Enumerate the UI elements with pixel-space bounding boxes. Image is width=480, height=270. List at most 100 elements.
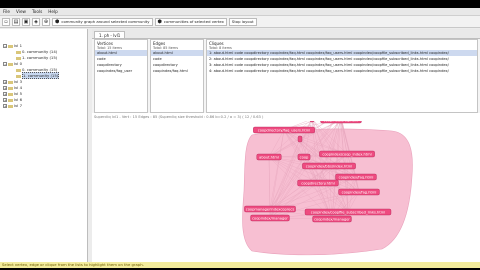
graph-node[interactable]: coopindex/manager	[250, 214, 290, 222]
menu-help[interactable]: Help	[48, 9, 58, 14]
community-tree: − lvl 1 0. community (14) 1. community (15)…	[0, 29, 88, 262]
leaf-icon	[11, 56, 15, 60]
leaf-icon	[11, 74, 15, 78]
graph-icon[interactable]: ◈	[32, 17, 40, 26]
tree-item-label: lvl 4	[14, 85, 22, 90]
list-item[interactable]: 2: about.html code coopdirectory coopind…	[207, 56, 477, 62]
graph-node[interactable]: coopindex/coop_index.html	[319, 150, 375, 158]
tree-item-label: lvl 5	[14, 91, 22, 96]
cliques-list: Cliques Total: 8 items 1: about.html cod…	[206, 39, 478, 113]
edges-list: Edges Total: 85 items about.html code co…	[150, 39, 204, 113]
graph-node-label: coopindex/manager	[252, 216, 288, 220]
graph-node-label: coopindex/fag.html	[342, 190, 377, 194]
stop-layout-label: Stop layout	[231, 19, 254, 24]
list-item[interactable]: 3: about.html code coopdirectory coopind…	[207, 62, 477, 68]
graph-node-label: about.html	[259, 155, 279, 159]
leaf-icon	[11, 68, 15, 72]
graph-node-box[interactable]	[297, 135, 303, 143]
list-item[interactable]: coopindex/faq.html	[151, 68, 203, 74]
stop-layout-button[interactable]: Stop layout	[228, 17, 257, 26]
folder-icon	[8, 92, 13, 96]
tree-item-label: lvl 7	[14, 103, 22, 108]
main-panel: 1. ph - lvl1 Vertices Total: 15 items ab…	[92, 29, 480, 262]
list-item[interactable]: 4: about.html code coopdirectory coopind…	[207, 68, 477, 74]
expand-icon[interactable]: +	[3, 86, 7, 90]
tab-community[interactable]: 1. ph - lvl1	[94, 31, 126, 38]
folder-icon	[8, 62, 13, 66]
menu-tools[interactable]: Tools	[32, 9, 42, 14]
expand-icon[interactable]: +	[3, 92, 7, 96]
graph-node[interactable]: coopindex/faq.html	[335, 173, 377, 181]
tree-item-label: lvl 3	[14, 79, 22, 84]
expand-icon[interactable]: +	[3, 104, 7, 108]
community-graph-button[interactable]: ⬢ community graph around selected commun…	[52, 17, 153, 26]
graph-node-label: coopindex/faq.html	[339, 175, 374, 179]
collapse-icon[interactable]: −	[3, 44, 7, 48]
tree-level-node[interactable]: + lvl 7	[0, 103, 87, 109]
graph-status: Supercliq lvl1 - Vert : 15 Edges : 85 (S…	[94, 115, 264, 119]
graph-node[interactable]	[297, 135, 303, 143]
vertices-list: Vertices Total: 15 items about.html code…	[94, 39, 148, 113]
tree-item-label: lvl 1	[14, 43, 22, 48]
menu-file[interactable]: File	[3, 9, 10, 14]
graph-node[interactable]: coopdirectory/faq_users.html	[253, 126, 315, 134]
collapse-icon[interactable]: −	[3, 62, 7, 66]
save-icon[interactable]: ▣	[22, 17, 30, 26]
graph-node[interactable]: coopmanagerindexcoprecs	[244, 205, 296, 213]
list-item[interactable]: coopindex/fag_user	[95, 68, 147, 74]
community-graph-icon: ⬢	[55, 18, 60, 25]
graph-node[interactable]: coopindex/coopfile_subscribed_links.html	[304, 208, 392, 216]
graph-node-label: coopindex/coop_index.html	[322, 152, 371, 156]
graph-node-label: coopmanagerindexcoprecs	[246, 207, 295, 211]
graph-node-label: coop	[300, 155, 309, 159]
graph-node[interactable]: coopindex/bbs/index.html	[302, 162, 356, 170]
tree-item-label: 0. community (14)	[22, 49, 58, 54]
leaf-icon	[11, 50, 15, 54]
menu-view[interactable]: View	[16, 9, 26, 14]
toolbar: ▫ ▤ ▣ ◈ ⊕ ⬢ community graph around selec…	[0, 16, 480, 28]
graph-node[interactable]: coopdirectory.html	[297, 179, 339, 187]
folder-icon	[8, 104, 13, 108]
list-item[interactable]: 1: about.html code coopdirectory coopind…	[207, 50, 477, 56]
folder-icon	[8, 44, 13, 48]
folder-icon	[16, 50, 21, 54]
graph-svg[interactable]: coopindex/coopfile_subscribed_linkscoopi…	[92, 109, 480, 262]
new-icon[interactable]: ▫	[2, 17, 10, 26]
folder-icon	[16, 74, 21, 78]
graph-node-label: coopdirectory/faq_users.html	[258, 128, 311, 132]
folder-icon	[8, 86, 13, 90]
expand-icon[interactable]: +	[3, 98, 7, 102]
tree-item-label: lvl 6	[14, 97, 22, 102]
tab-bar: 1. ph - lvl1	[92, 29, 480, 39]
folder-icon	[16, 68, 21, 72]
status-bar: Select vertex, edge or clique from the l…	[0, 262, 480, 268]
folder-icon	[8, 80, 13, 84]
tree-item-label: 1. community (15)	[22, 72, 60, 79]
graph-node-label: coopindex/manager	[314, 217, 350, 221]
graph-node-label: coopdirectory.html	[301, 181, 335, 185]
graph-node-label: coopindex/bbs/index.html	[306, 164, 353, 168]
graph-node[interactable]: coop	[297, 153, 311, 161]
graph-node[interactable]: coopindex/fag.html	[338, 188, 380, 196]
communities-icon: ⬢	[157, 18, 162, 25]
communities-of-vertex-button[interactable]: ⬢ communities of selected vertex	[154, 17, 227, 26]
open-folder-icon[interactable]: ▤	[12, 17, 20, 26]
folder-icon	[8, 98, 13, 102]
graph-canvas[interactable]: coopindex/coopfile_subscribed_linkscoopi…	[92, 109, 480, 262]
menu-bar: File View Tools Help	[0, 8, 480, 16]
graph-node-box[interactable]	[309, 115, 315, 123]
graph-node[interactable]: about.html	[256, 153, 282, 161]
graph-node[interactable]: coopindex/faq.html	[320, 116, 362, 124]
zoom-icon[interactable]: ⊕	[42, 17, 50, 26]
community-graph-label: community graph around selected communit…	[61, 19, 150, 24]
folder-icon	[16, 56, 21, 60]
app-window: File View Tools Help ▫ ▤ ▣ ◈ ⊕ ⬢ communi…	[0, 8, 480, 268]
graph-node[interactable]: coopindex/manager	[312, 215, 352, 223]
graph-node-label: coopindex/faq.html	[324, 121, 359, 122]
tree-item-label: 1. community (15)	[22, 55, 58, 60]
tree-item-label: lvl 0	[14, 61, 22, 66]
graph-node-label: coopindex/coopfile_subscribed_links.html	[311, 210, 386, 214]
communities-of-vertex-label: communities of selected vertex	[163, 19, 224, 24]
expand-icon[interactable]: +	[3, 80, 7, 84]
graph-node[interactable]	[309, 115, 315, 123]
